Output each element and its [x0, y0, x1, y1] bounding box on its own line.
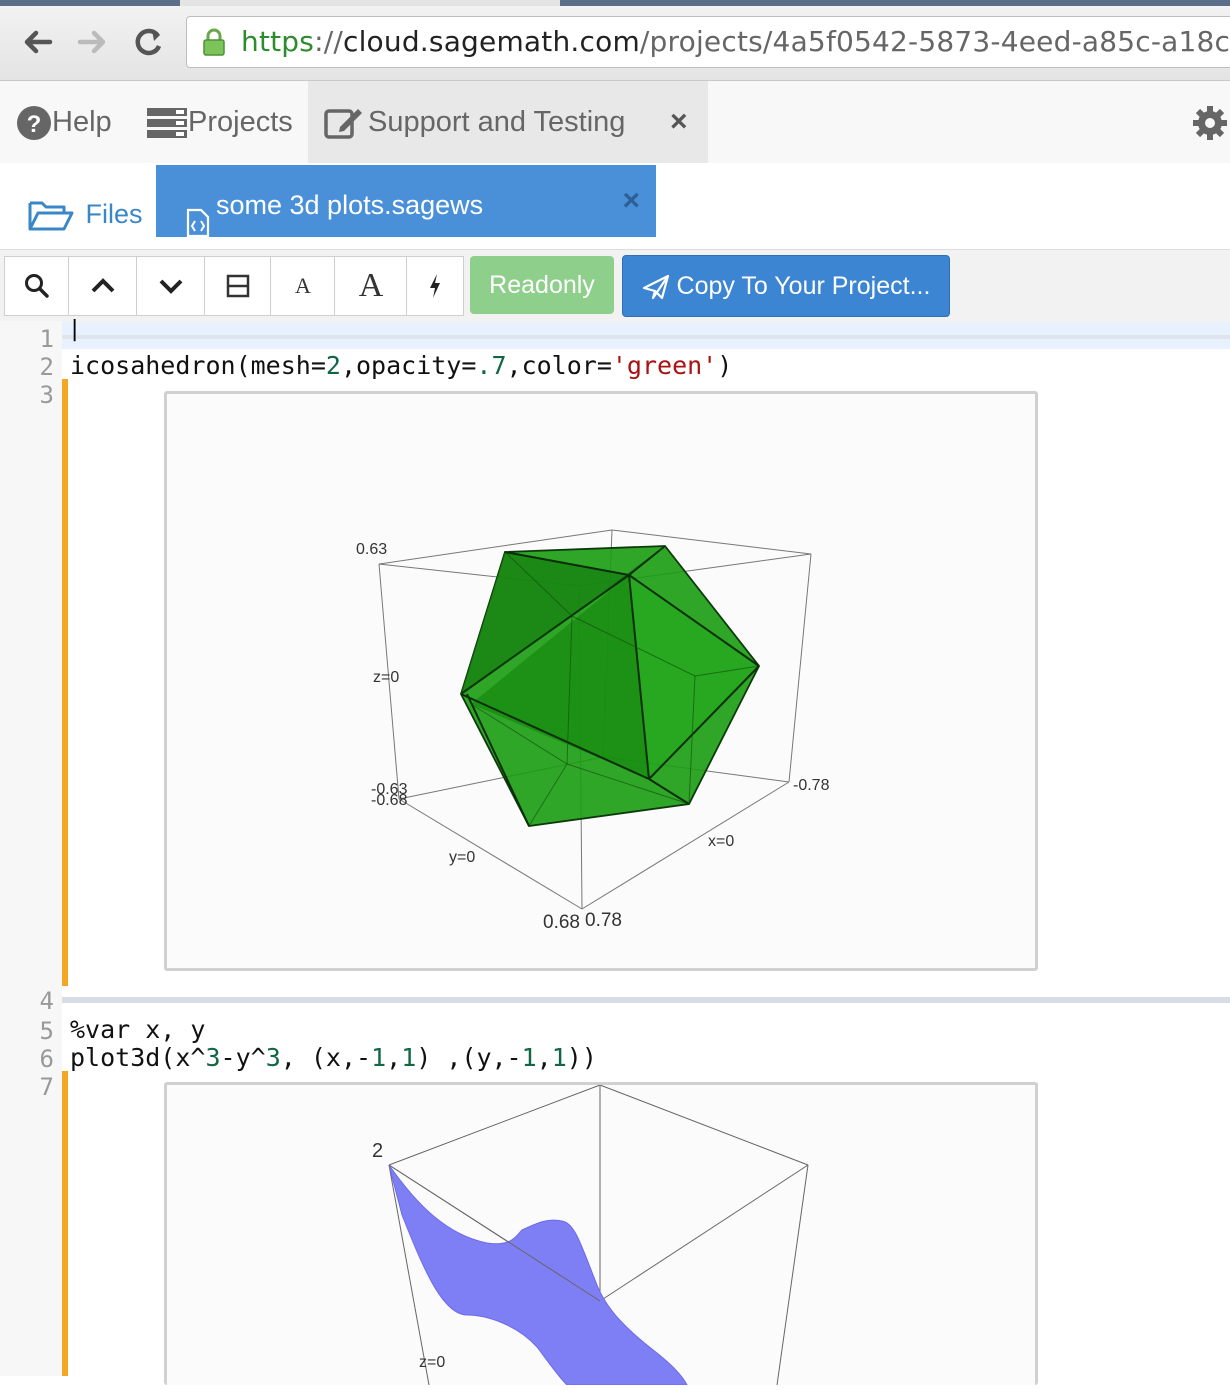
line-number: 3 — [39, 381, 54, 409]
line-number: 6 — [39, 1045, 54, 1073]
browser-tab-strip — [180, 0, 560, 6]
code-token: 'green' — [611, 351, 718, 380]
axis-tick-label: 0.68 — [543, 912, 580, 933]
chevron-down-icon — [158, 277, 184, 294]
code-token: plot3d(x^ — [70, 1043, 206, 1072]
code-token: ,color= — [506, 351, 612, 380]
line-number: 1 — [39, 325, 54, 353]
paper-plane-icon — [642, 272, 670, 300]
code-line-var[interactable]: %var x, y — [70, 1015, 205, 1044]
forward-arrow-icon[interactable] — [72, 22, 112, 62]
code-token: 3 — [265, 1043, 281, 1072]
line-number: 7 — [39, 1073, 54, 1101]
code-token: , (x,- — [280, 1043, 372, 1072]
code-token: ) — [717, 351, 733, 380]
bolt-button[interactable] — [406, 256, 464, 316]
address-bar[interactable]: https://cloud.sagemath.com/projects/4a5f… — [186, 16, 1230, 68]
close-file-icon[interactable]: × — [622, 161, 640, 241]
code-token: 1 — [521, 1043, 537, 1072]
code-token: 1 — [551, 1043, 567, 1072]
code-token: , — [386, 1043, 402, 1072]
url-separator: :// — [314, 25, 343, 58]
axis-tick-label: -0.78 — [793, 777, 830, 794]
code-token: 2 — [325, 351, 341, 380]
code-token: icosahedron(mesh= — [70, 351, 326, 380]
search-icon — [24, 273, 50, 298]
cell-separator — [62, 997, 1230, 1003]
split-view-button[interactable] — [204, 256, 272, 316]
tab-files[interactable]: Files — [28, 177, 143, 243]
code-line-plot3d[interactable]: plot3d(x^3-y^3, (x,-1,1) ,(y,-1,1)) — [70, 1043, 597, 1072]
line-number: 4 — [39, 987, 54, 1015]
edit-icon — [324, 81, 364, 163]
line-number: 2 — [39, 353, 54, 381]
code-token: )) — [566, 1043, 597, 1072]
url-host: cloud.sagemath.com — [342, 25, 640, 58]
code-token: ,opacity= — [340, 351, 477, 380]
help-label: Help — [52, 106, 112, 138]
project-title: Support and Testing — [368, 106, 626, 138]
axis-tick-label: 0.63 — [356, 541, 387, 558]
plot3d-surface-plot[interactable]: 2 z=0 — [164, 1082, 1038, 1386]
worksheet-editor[interactable]: | 1 2 3 4 5 6 7 icosahedron(mesh=2,opaci… — [0, 317, 1230, 1386]
search-button[interactable] — [4, 256, 70, 316]
code-token: -y^ — [220, 1043, 266, 1072]
axis-tick-label: 0.78 — [585, 910, 622, 931]
line-gutter — [0, 321, 62, 1376]
next-button[interactable] — [136, 256, 206, 316]
axis-label-y: y=0 — [449, 849, 475, 866]
worksheet-toolbar: A A Readonly Copy To Your Project... — [0, 249, 1230, 322]
output-marker — [62, 379, 68, 986]
copy-to-project-button[interactable]: Copy To Your Project... — [622, 255, 950, 317]
folder-open-icon — [28, 199, 74, 231]
output-marker — [62, 1071, 68, 1376]
increase-font-button[interactable]: A — [334, 256, 408, 316]
code-token: 1 — [371, 1043, 387, 1072]
code-token: , — [536, 1043, 552, 1072]
help-link[interactable]: ? Help — [16, 81, 112, 163]
decrease-font-button[interactable]: A — [270, 256, 336, 316]
svg-text:?: ? — [27, 111, 42, 138]
close-project-icon[interactable]: × — [670, 81, 688, 163]
url-text: https://cloud.sagemath.com/projects/4a5f… — [241, 23, 1230, 61]
axis-label-x: x=0 — [708, 833, 734, 850]
server-stack-icon — [146, 106, 188, 139]
previous-button[interactable] — [68, 256, 138, 316]
open-file-name: some 3d plots.sagews — [216, 190, 484, 220]
chevron-up-icon — [90, 277, 116, 294]
code-token: 3 — [205, 1043, 221, 1072]
text-cursor: | — [68, 317, 82, 342]
code-token: ) ,(y,- — [416, 1043, 522, 1072]
url-path: /projects/4a5f0542-5873-4eed-a85c-a18c — [639, 25, 1230, 58]
code-line-icosahedron[interactable]: icosahedron(mesh=2,opacity=.7,color='gre… — [70, 351, 732, 380]
bolt-icon — [426, 273, 444, 298]
cell-separator — [62, 335, 1230, 339]
icosahedron-plot[interactable]: 0.63 z=0 -0.63 -0.68 y=0 x=0 -0.78 0.68 … — [164, 391, 1038, 971]
surface — [388, 1164, 688, 1386]
tab-open-file[interactable]: some 3d plots.sagews × — [156, 165, 656, 238]
project-tab-support-and-testing[interactable]: Support and Testing × — [308, 81, 708, 163]
projects-label: Projects — [188, 106, 293, 138]
top-navigation: ? Help Projects Support and Testing × — [0, 81, 1230, 164]
files-label: Files — [85, 199, 143, 229]
axis-label-z: z=0 — [373, 669, 399, 686]
code-token: 1 — [401, 1043, 417, 1072]
code-token: .7 — [476, 351, 507, 380]
url-scheme: https — [241, 25, 315, 58]
axis-label-z: z=0 — [419, 1354, 445, 1371]
question-circle-icon: ? — [16, 106, 52, 141]
readonly-button[interactable]: Readonly — [470, 256, 614, 314]
file-tabs: Files some 3d plots.sagews × — [0, 163, 1230, 251]
axis-tick-label: 2 — [372, 1140, 383, 1162]
lock-icon — [201, 27, 227, 62]
axis-tick-label: -0.68 — [371, 792, 408, 809]
browser-toolbar: https://cloud.sagemath.com/projects/4a5f… — [0, 0, 1230, 81]
reload-icon[interactable] — [128, 22, 168, 62]
line-number: 5 — [39, 1017, 54, 1045]
projects-link[interactable]: Projects — [146, 81, 293, 163]
back-arrow-icon[interactable] — [18, 22, 58, 62]
gear-icon[interactable] — [1190, 81, 1230, 163]
split-view-icon — [226, 274, 250, 298]
copy-to-project-label: Copy To Your Project... — [676, 272, 931, 300]
